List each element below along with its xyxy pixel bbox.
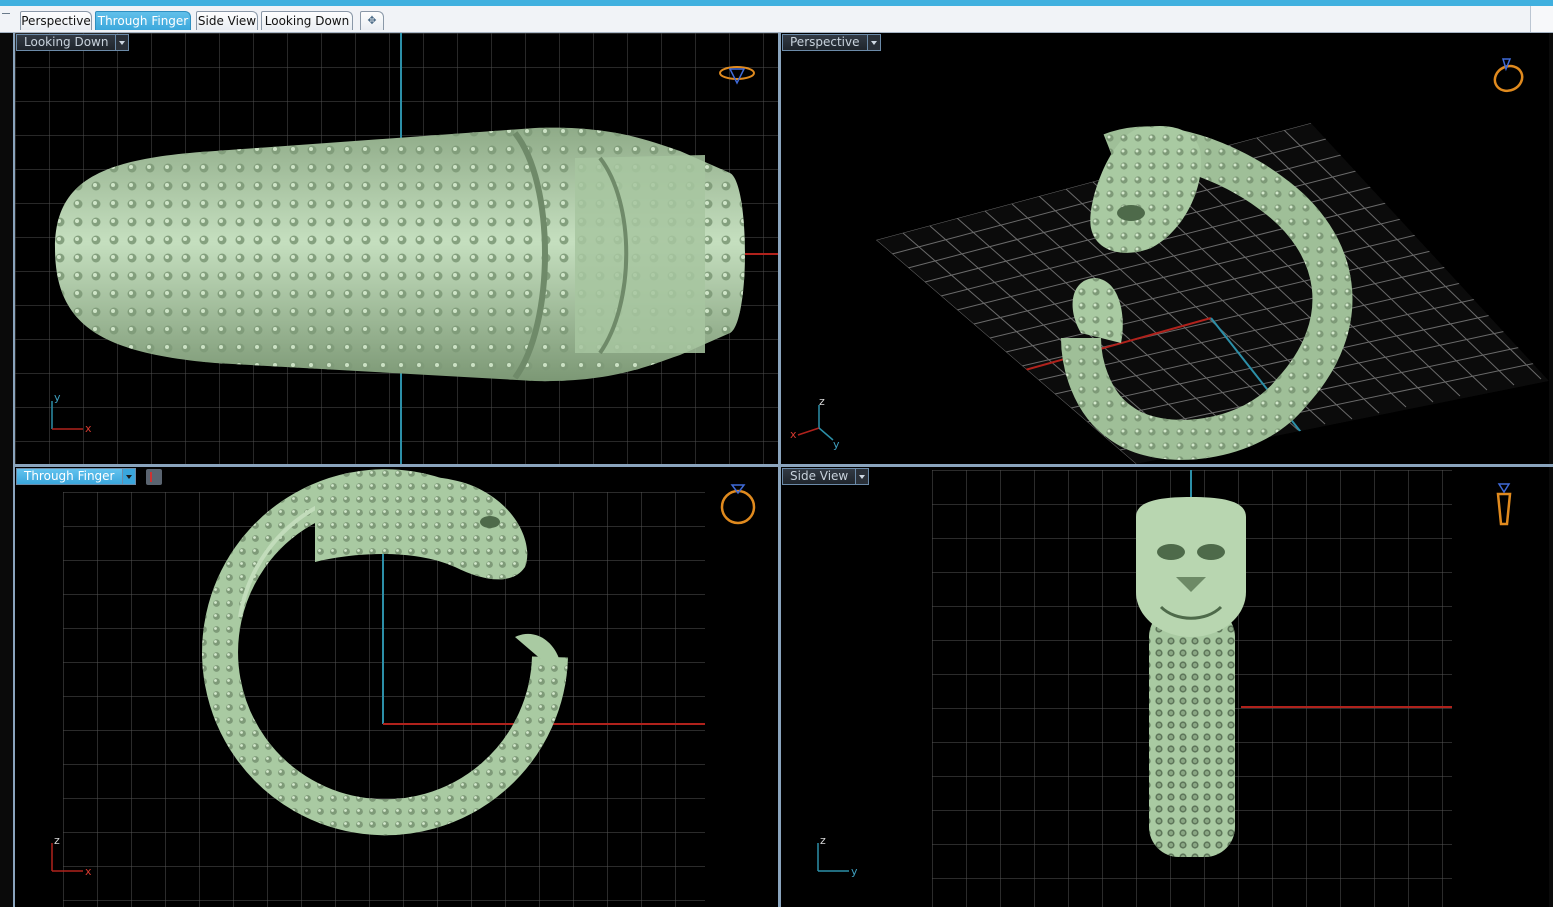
side-view-canvas: z y [817,470,1512,907]
axis-label-y: y [54,391,61,404]
axis-label-y: y [833,438,840,451]
viewport-label-side-view[interactable]: Side View [782,468,870,485]
axis-label-z: z [54,834,60,847]
tab-perspective[interactable]: Perspective [20,11,92,30]
viewport-looking-down[interactable]: y x Looking Down [15,33,778,464]
viewport-pin-icon[interactable] [146,469,162,485]
axis-label-x: x [790,428,797,441]
viewport-side-view[interactable]: z y Side View [781,467,1549,907]
axis-label-x: x [85,422,92,435]
looking-down-canvas: y x [15,33,778,464]
ring-model-side [1136,497,1246,857]
ring-perspective-icon[interactable] [1491,58,1527,95]
ring-model-top [55,127,745,382]
viewport-through-finger[interactable]: z x Through Finger [15,467,778,907]
tab-side-view[interactable]: Side View [196,11,258,30]
axis-label-x: x [85,865,92,878]
viewport-label-text: Perspective [783,35,867,50]
tab-looking-down[interactable]: Looking Down [261,11,353,30]
through-finger-canvas: z x [51,469,756,907]
viewport-label-perspective[interactable]: Perspective [782,34,881,51]
axis-label-z: z [819,395,825,408]
ring-front-view-icon[interactable] [720,484,756,525]
viewport-label-text: Looking Down [17,35,116,50]
tabstrip-grip [2,13,10,14]
viewport-tab-bar: Perspective Through Finger Side View Loo… [0,6,1553,33]
viewport-label-text: Through Finger [17,469,122,484]
viewport-menu-dropdown[interactable] [866,35,880,50]
viewport-label-text: Side View [783,469,856,484]
tabstrip-edge [1530,6,1553,32]
viewport-label-looking-down[interactable]: Looking Down [16,34,130,51]
tab-through-finger[interactable]: Through Finger [95,11,191,30]
axis-triad: z x y [790,395,840,451]
axis-label-y: y [851,865,858,878]
viewport-menu-dropdown[interactable] [121,469,135,484]
perspective-canvas: z x y [790,58,1549,464]
axis-triad: z y [817,834,858,878]
axis-label-z: z [820,834,826,847]
add-tab-button[interactable]: ✥ [360,11,384,30]
ring-side-view-icon[interactable] [1496,483,1512,526]
viewport-label-through-finger[interactable]: Through Finger [16,468,136,485]
viewport-perspective[interactable]: z x y Perspective [781,33,1549,464]
viewport-menu-dropdown[interactable] [855,469,869,484]
viewport-menu-dropdown[interactable] [115,35,129,50]
